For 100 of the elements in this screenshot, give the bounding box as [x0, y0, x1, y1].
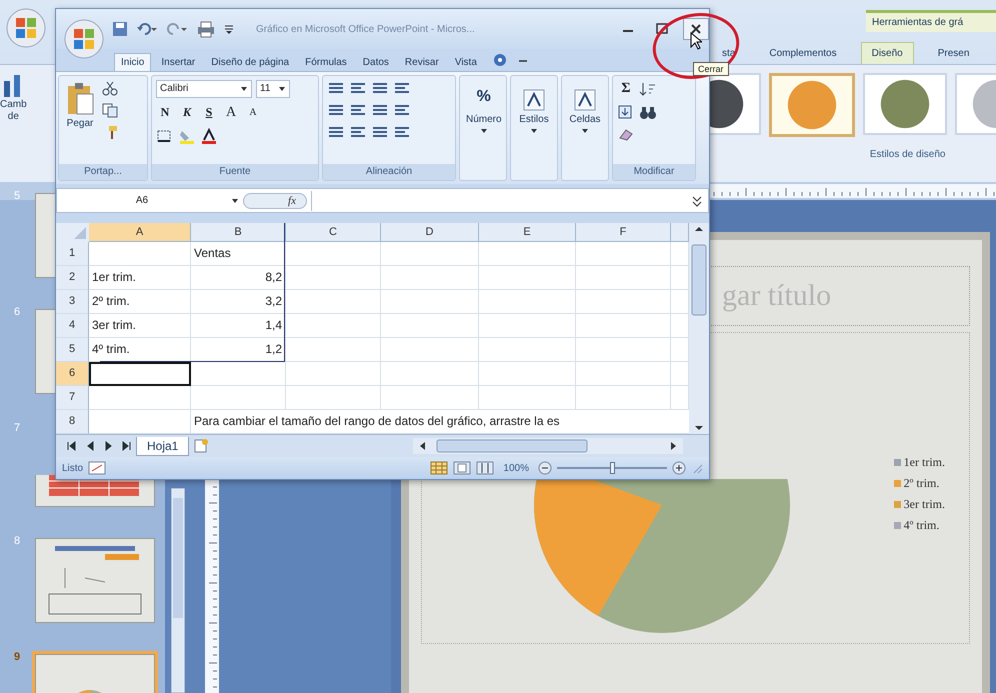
format-button[interactable]: S [200, 104, 218, 122]
expand-icon[interactable] [690, 194, 704, 208]
font-color-icon[interactable] [200, 128, 218, 144]
office-button[interactable] [6, 8, 46, 48]
ribbon-tab[interactable]: Revisar [398, 54, 445, 71]
printer-icon[interactable] [196, 20, 216, 38]
ribbon-tab[interactable]: Fórmulas [299, 54, 353, 71]
column-header[interactable]: E [479, 223, 576, 242]
group-label: Portap... [59, 164, 147, 180]
font-size-button[interactable]: A [222, 104, 240, 122]
ribbon-tab[interactable]: Complementos [759, 43, 847, 64]
styles-icon [522, 88, 546, 112]
window-title: Gráfico en Microsoft Office PowerPoint - Micros... [255, 24, 476, 34]
office-button[interactable] [64, 19, 104, 59]
column-header[interactable]: D [381, 223, 479, 242]
slide-thumbnail[interactable] [32, 535, 158, 626]
row-header[interactable]: 6 [56, 362, 89, 386]
clipboard-icon [65, 82, 95, 116]
status-text: Listo [62, 462, 84, 474]
ribbon-tab[interactable]: Vista [448, 54, 483, 71]
sort-icon[interactable] [639, 80, 657, 97]
zoom-in-button[interactable] [672, 461, 686, 476]
ribbon-tab[interactable]: Datos [356, 54, 395, 71]
zoom-slider-thumb[interactable] [610, 462, 615, 474]
slide-number: 6 [14, 306, 22, 318]
mouse-pointer-icon [690, 32, 702, 50]
table-cell: 3,2 [191, 290, 286, 314]
sheet-tab[interactable]: Hoja1 [136, 436, 190, 456]
caret-icon [240, 84, 248, 93]
font-name-dropdown[interactable]: Calibri [156, 80, 252, 98]
styles-icon [573, 88, 597, 112]
row-header[interactable]: 4 [56, 314, 89, 338]
ribbon-tab[interactable]: Diseño [860, 42, 914, 64]
scissors-icon[interactable] [101, 80, 119, 96]
paste-button[interactable]: Pegar [63, 80, 97, 160]
column-header[interactable]: B [191, 223, 286, 242]
row-header[interactable]: 3 [56, 290, 89, 314]
group-label: Fuente [152, 164, 318, 180]
close-button[interactable] [683, 18, 709, 40]
ribbon-tab[interactable]: Inicio [114, 52, 152, 71]
slide-number: 8 [14, 535, 22, 547]
insert-function-button[interactable]: fx [243, 192, 307, 209]
normal-view-icon[interactable] [430, 461, 448, 476]
caret-icon [278, 84, 286, 93]
page-break-icon[interactable] [476, 461, 494, 476]
caret-icon [530, 126, 538, 135]
resize-grip-icon [691, 462, 703, 474]
ribbon-tab[interactable]: Insertar [155, 54, 202, 71]
change-chart-type-button[interactable]: Camb de [0, 65, 27, 182]
ribbon-button[interactable]: % Número [464, 80, 504, 176]
group-label: Modificar [613, 164, 695, 180]
copy-icon[interactable] [101, 102, 119, 118]
table-cell: 1,2 [191, 338, 286, 362]
name-box[interactable]: A6 [57, 195, 227, 206]
table-cell: 8,2 [191, 266, 286, 290]
gallery-label: Estilos de diseño [868, 149, 946, 160]
help-icon[interactable] [492, 52, 507, 67]
undo-icon[interactable] [136, 21, 158, 37]
column-header[interactable]: C [286, 223, 381, 242]
column-header[interactable]: F [576, 223, 671, 242]
page-layout-icon[interactable] [453, 461, 472, 476]
ribbon-tab[interactable]: Diseño de página [205, 54, 296, 71]
ribbon-button[interactable]: Celdas [566, 80, 604, 176]
zoom-out-button[interactable] [538, 461, 552, 476]
legend-label: 1er trim. [904, 455, 945, 470]
customize-toolbar-icon[interactable] [224, 23, 234, 35]
ribbon-tab[interactable]: Presen [928, 43, 980, 64]
table-cell: Ventas [191, 242, 286, 266]
font-size-button[interactable]: A [244, 104, 262, 122]
slide-number: 9 [14, 651, 22, 663]
zoom-level[interactable]: 100% [503, 462, 529, 474]
table-cell: 3er trim. [89, 314, 191, 338]
legend-label: 3er trim. [904, 497, 945, 512]
row-header[interactable]: 8 [56, 410, 89, 434]
row-header[interactable]: 7 [56, 386, 89, 410]
horizontal-scrollbar[interactable] [413, 438, 684, 454]
font-size-dropdown[interactable]: 11 [256, 80, 290, 98]
save-icon[interactable] [112, 21, 128, 37]
row-header[interactable]: 2 [56, 266, 89, 290]
caret-icon [581, 126, 589, 135]
chart-style-thumbnail[interactable] [768, 73, 855, 137]
column-header[interactable]: A [89, 223, 191, 242]
macro-record-icon[interactable] [88, 461, 106, 476]
legend-label: 2º trim. [904, 476, 940, 491]
format-button[interactable]: N [156, 104, 174, 122]
table-cell: 1,4 [191, 314, 286, 338]
contextual-tab-group-label: Herramientas de grá [866, 10, 996, 32]
chart-style-thumbnail[interactable] [862, 73, 947, 135]
ribbon-button[interactable]: Estilos [515, 80, 553, 176]
redo-icon[interactable] [166, 21, 188, 37]
slide-number: 7 [14, 422, 22, 434]
caret-icon [480, 126, 488, 135]
slide-number: 5 [14, 190, 22, 202]
format-button[interactable]: K [178, 104, 196, 122]
tooltip: Cerrar [693, 62, 729, 76]
row-header[interactable]: 1 [56, 242, 89, 266]
autosum-button[interactable]: Σ [617, 80, 635, 98]
caret-icon[interactable] [231, 196, 239, 205]
row-header[interactable]: 5 [56, 338, 89, 362]
vertical-scrollbar[interactable] [689, 223, 709, 434]
